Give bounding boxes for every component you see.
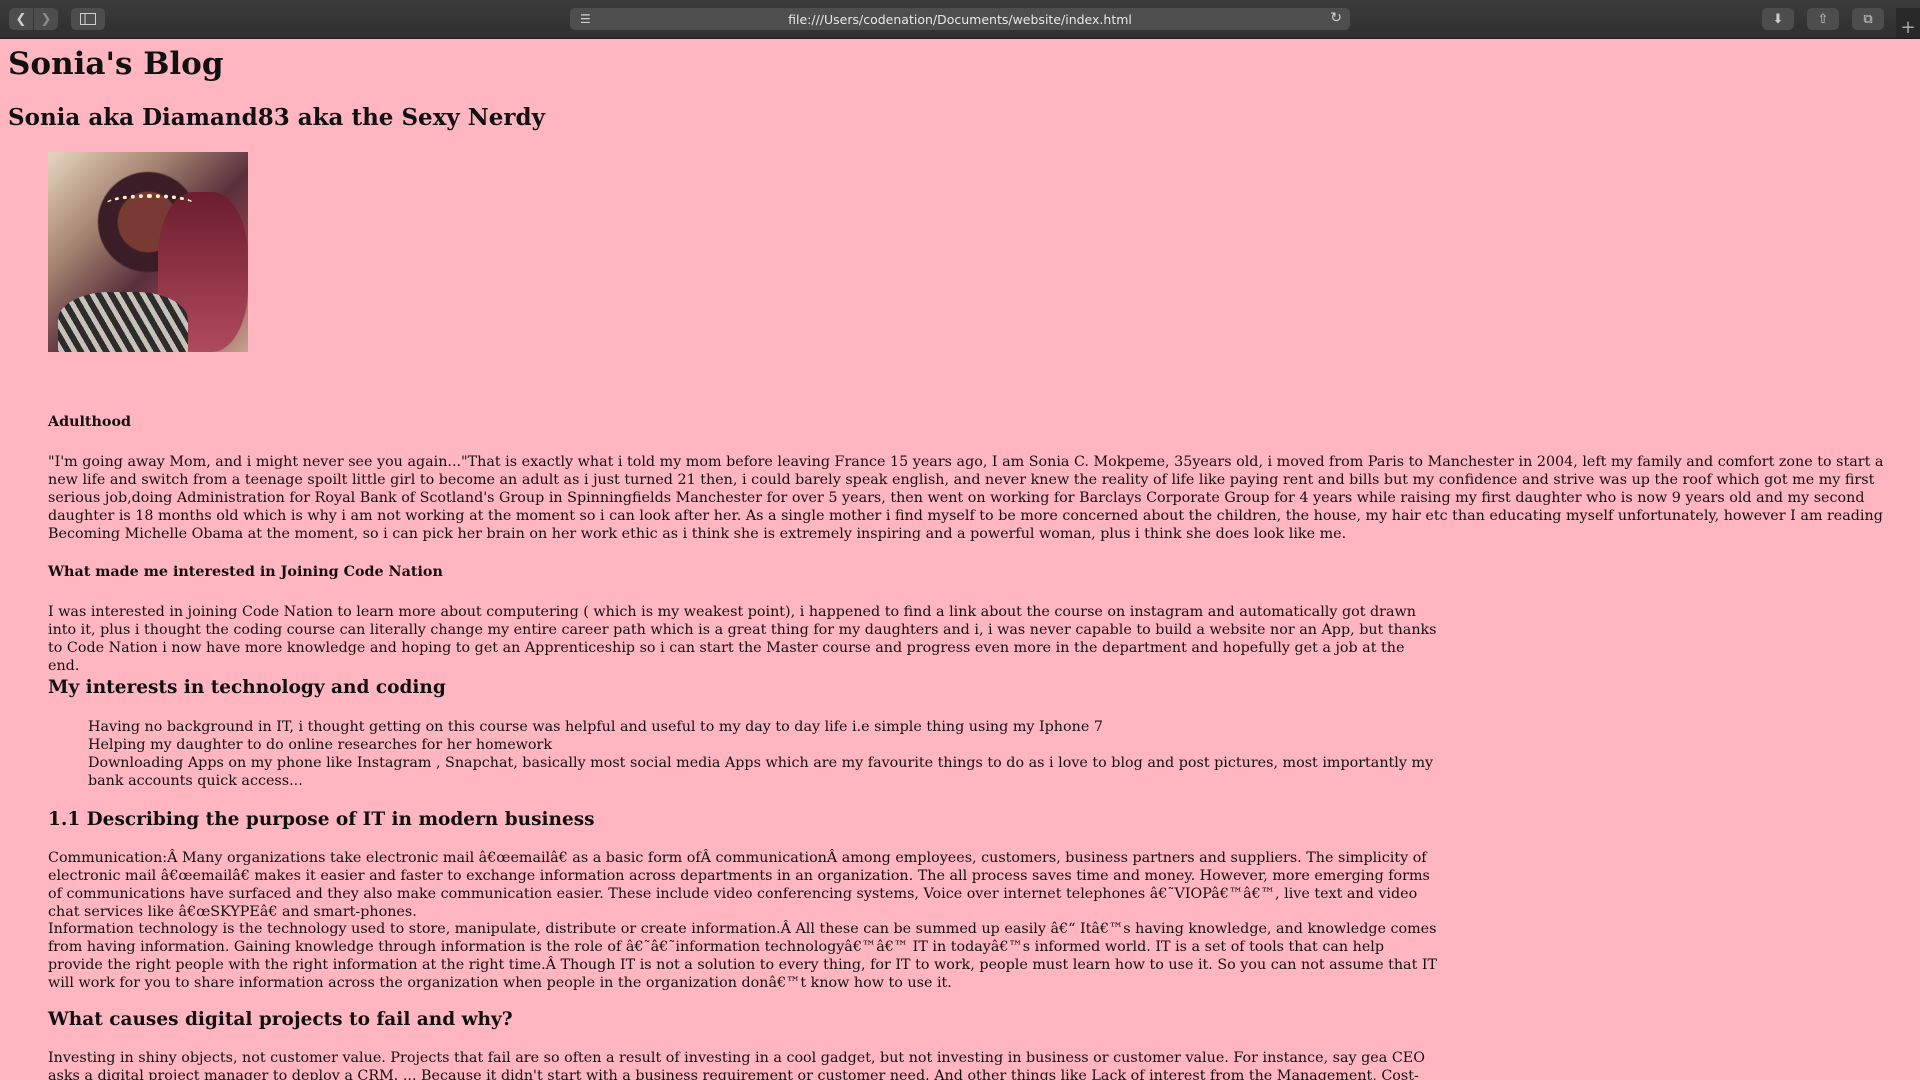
photo-dress-shape [58,292,188,352]
list-item: Having no background in IT, i thought ge… [88,719,1103,735]
fail-text: Investing in shiny objects, not customer… [48,1050,1425,1080]
photo-flower-crown-shape [106,194,194,214]
downloads-button[interactable]: ⬇ [1762,8,1794,30]
forward-button[interactable]: ❯ [34,8,58,30]
sidebar-icon [80,13,96,25]
back-button[interactable]: ❮ [9,8,33,30]
interests-list: Having no background in IT, i thought ge… [88,718,1438,790]
chevron-right-icon: ❯ [40,11,52,27]
tabs-icon: ⧉ [1863,11,1873,27]
fail-heading: What causes digital projects to fail and… [48,1009,513,1030]
share-icon: ⇧ [1817,11,1829,27]
page-title: Sonia's Blog [8,46,224,82]
new-tab-button[interactable]: + [1896,8,1920,38]
adulthood-heading: Adulthood [48,414,131,430]
reader-icon[interactable]: ☰ [580,12,591,26]
download-icon: ⬇ [1772,11,1784,27]
list-item: Helping my daughter to do online researc… [88,737,553,753]
purpose-heading: 1.1 Describing the purpose of IT in mode… [48,809,595,830]
list-item: Downloading Apps on my phone like Instag… [88,755,1434,789]
plus-icon: + [1900,17,1916,38]
profile-photo [48,152,248,352]
share-button[interactable]: ⇧ [1807,8,1839,30]
page-subtitle: Sonia aka Diamand83 aka the Sexy Nerdy [8,104,545,131]
adulthood-text: "I'm going away Mom, and i might never s… [48,454,1884,542]
purpose-text-1: Communication:Â Many organizations take … [48,850,1430,920]
codenation-text: I was interested in joining Code Nation … [48,604,1437,674]
interests-heading: My interests in technology and coding [48,677,446,698]
tabs-overview-button[interactable]: ⧉ [1852,8,1884,30]
sidebar-toggle-button[interactable] [71,8,105,30]
url-text: file:///Users/codenation/Documents/websi… [788,11,1132,27]
codenation-heading: What made me interested in Joining Code … [48,564,443,580]
browser-toolbar: ❮ ❯ ☰ file:///Users/codenation/Documents… [0,0,1920,39]
page-content: Sonia's Blog Sonia aka Diamand83 aka the… [0,38,1920,1080]
address-bar[interactable]: ☰ file:///Users/codenation/Documents/web… [570,8,1350,30]
chevron-left-icon: ❮ [15,11,27,27]
purpose-text-2: Information technology is the technology… [48,921,1438,991]
reload-icon[interactable]: ↻ [1330,10,1342,26]
